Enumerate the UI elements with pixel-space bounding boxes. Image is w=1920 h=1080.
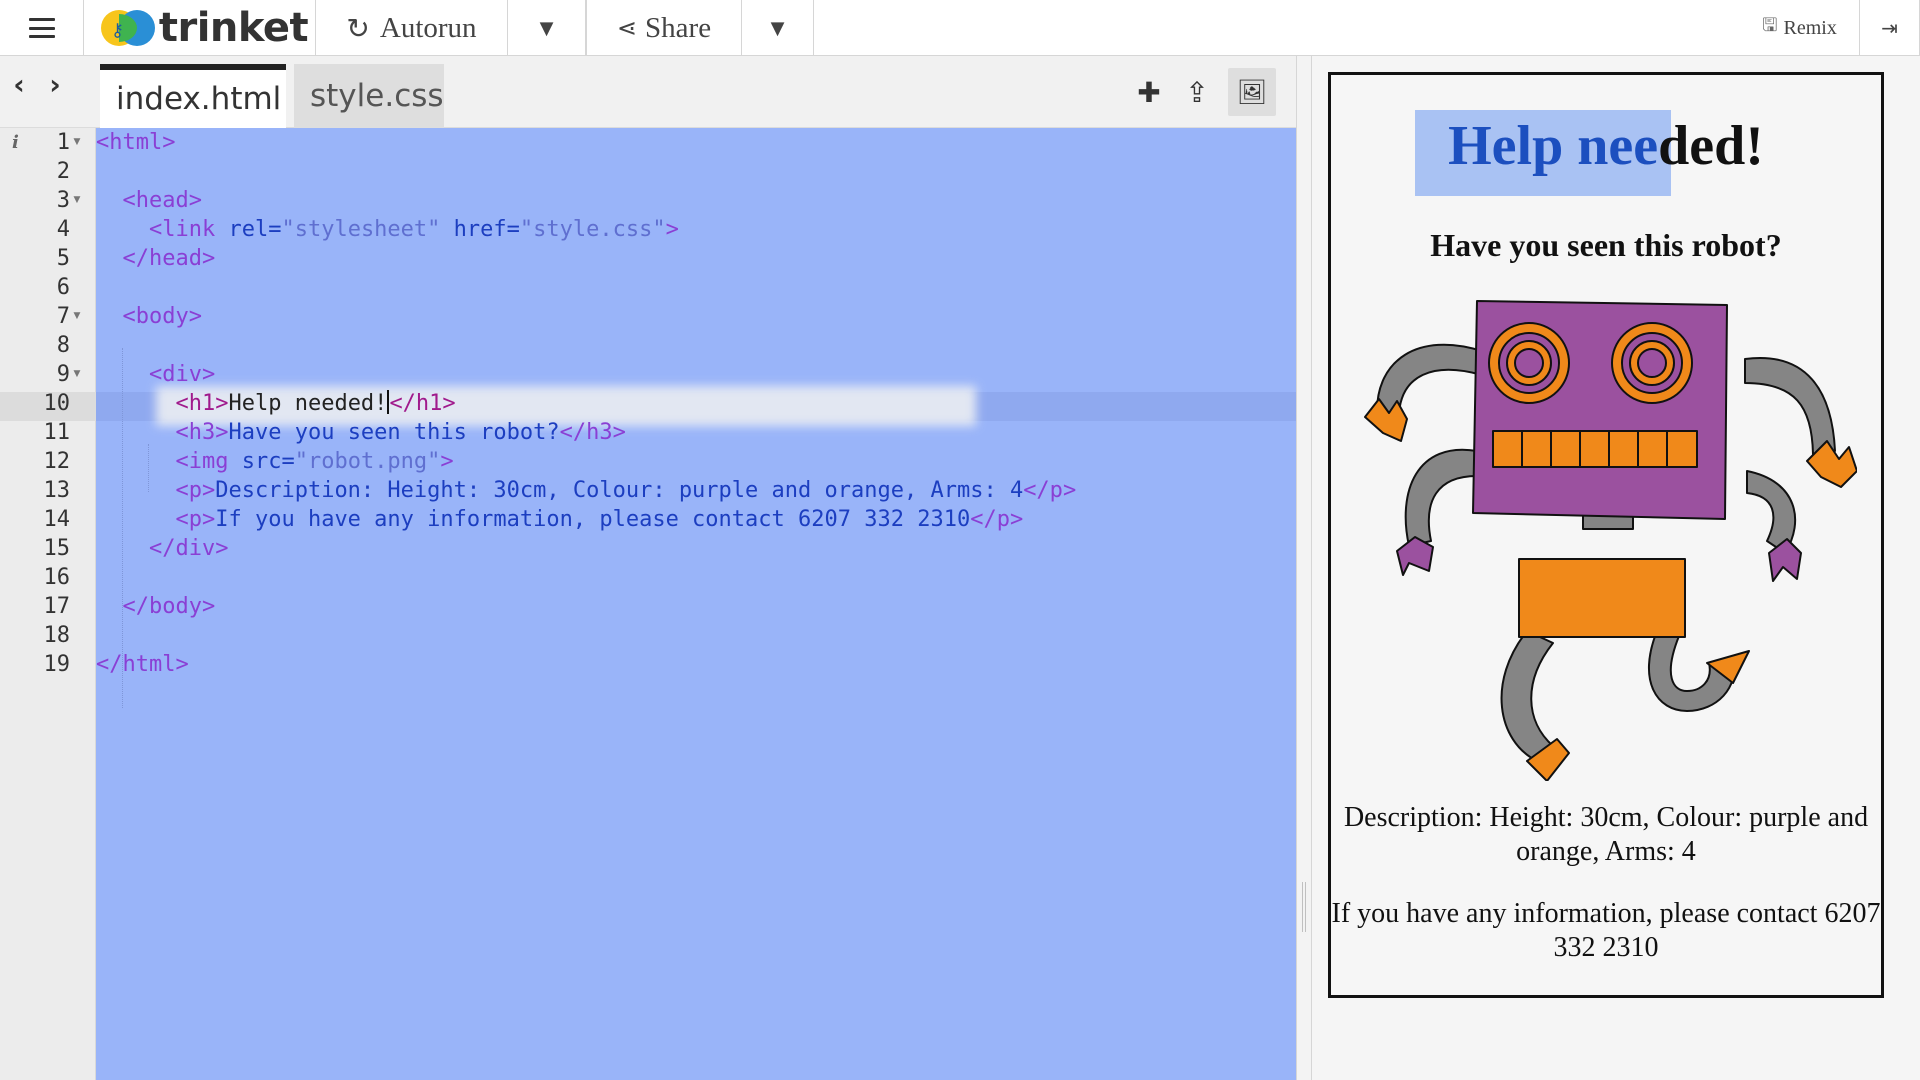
code-line[interactable]: <head> — [96, 186, 202, 215]
code-line[interactable]: </head> — [96, 244, 216, 273]
remix-button[interactable]: 🖫 Remix — [1740, 0, 1860, 56]
line-number: 11 — [43, 420, 71, 445]
code-line[interactable]: <body> — [96, 302, 202, 331]
code-line[interactable]: </body> — [96, 592, 216, 621]
line-number: 13 — [43, 478, 71, 503]
add-file-icon[interactable]: ✚ — [1132, 68, 1166, 116]
line-number: 5 — [56, 246, 70, 271]
autorun-dropdown-button[interactable]: ▼ — [508, 0, 586, 56]
chevron-right-icon[interactable]: › — [42, 68, 68, 101]
preview-heading: Help needed! — [1331, 103, 1881, 189]
code-line[interactable]: <p>Description: Height: 30cm, Colour: pu… — [96, 476, 1076, 505]
editor-tools: ✚ ⇪ 🖼 — [1132, 68, 1276, 116]
line-number: 9 — [56, 362, 70, 387]
chevron-down-icon: ▼ — [539, 17, 554, 39]
robot-image — [1364, 300, 1857, 781]
fold-arrow-icon[interactable]: ▼ — [71, 128, 83, 157]
drag-handle-icon[interactable] — [1302, 882, 1306, 932]
tab-label: style.css — [310, 78, 444, 114]
preview-subheading: Have you seen this robot? — [1430, 227, 1782, 263]
menu-button[interactable] — [0, 0, 84, 56]
sign-in-icon: ⇥ — [1881, 16, 1898, 40]
fold-arrow-icon[interactable]: ▼ — [71, 302, 83, 331]
share-label: Share — [645, 11, 712, 44]
code-line[interactable]: </div> — [96, 534, 228, 563]
tab-style-css[interactable]: style.css — [294, 64, 444, 128]
code-line[interactable]: <h3>Have you seen this robot?</h3> — [96, 418, 625, 447]
line-number-gutter: i 1 ▼ 2 3 ▼ 4 5 6 7 ▼ 8 9 ▼ 10 11 12 13 14 15 16 17 18 19 — [0, 128, 96, 1080]
app-name: trinket — [158, 5, 309, 51]
preview-heading-selected: Help nee — [1448, 115, 1659, 177]
line-number: 3 — [56, 188, 70, 213]
autorun-button[interactable]: ↻ Autorun — [316, 0, 508, 56]
line-number: 2 — [56, 159, 70, 184]
line-number: 15 — [43, 536, 71, 561]
fold-arrow-icon[interactable]: ▼ — [71, 360, 83, 389]
line-number: 10 — [43, 391, 71, 416]
remix-label: Remix — [1783, 16, 1837, 39]
line-number: 1 — [56, 130, 70, 155]
top-toolbar: ⚷ trinket ↻ Autorun ▼ ⋖ Share ▼ 🖫 Remix … — [0, 0, 1920, 56]
editor-header: ‹ › index.html style.css ✚ ⇪ 🖼 — [0, 56, 1296, 128]
tab-index-html[interactable]: index.html — [100, 64, 286, 128]
autorun-label: Autorun — [379, 11, 477, 44]
sign-in-button[interactable]: ⇥ — [1860, 0, 1920, 56]
pane-splitter[interactable] — [1296, 56, 1312, 1080]
rendered-preview: Help needed! Have you seen this robot? D… — [1328, 72, 1884, 998]
code-line[interactable]: </html> — [96, 650, 189, 679]
trinket-logo-icon: ⚷ — [100, 8, 155, 48]
code-line[interactable]: <h1>Help needed!</h1> — [96, 389, 456, 418]
fold-arrow-icon[interactable]: ▼ — [71, 186, 83, 215]
share-button[interactable]: ⋖ Share — [586, 0, 742, 56]
chevron-down-icon: ▼ — [770, 17, 785, 39]
line-number: 19 — [43, 652, 71, 677]
hamburger-menu-icon — [28, 18, 55, 38]
code-editor[interactable]: <html> <head> <link rel="stylesheet" hre… — [96, 128, 1296, 1080]
code-line[interactable]: <img src="robot.png"> — [96, 447, 453, 476]
preview-contact: If you have any information, please cont… — [1331, 898, 1881, 963]
line-number: 8 — [56, 333, 70, 358]
code-line[interactable]: <div> — [96, 360, 215, 389]
code-line[interactable]: <p>If you have any information, please c… — [96, 505, 1023, 534]
upload-icon[interactable]: ⇪ — [1180, 68, 1214, 116]
line-number: 7 — [56, 304, 70, 329]
trinket-logo[interactable]: ⚷ trinket — [84, 0, 316, 56]
tab-label: index.html — [116, 81, 282, 117]
line-number: 16 — [43, 565, 71, 590]
share-icon: ⋖ — [616, 14, 638, 42]
line-number: 18 — [43, 623, 71, 648]
code-line[interactable]: <html> — [96, 128, 175, 157]
tab-navigation: ‹ › — [6, 68, 68, 101]
code-line[interactable]: <link rel="stylesheet" href="style.css"> — [96, 215, 679, 244]
preview-description: Description: Height: 30cm, Colour: purpl… — [1343, 802, 1869, 867]
preview-heading-rest: ded! — [1658, 115, 1764, 177]
line-number: 17 — [43, 594, 71, 619]
line-number: 6 — [56, 275, 70, 300]
image-library-icon[interactable]: 🖼 — [1228, 68, 1276, 116]
line-number: 14 — [43, 507, 71, 532]
line-number: 12 — [43, 449, 71, 474]
output-pane: Help needed! Have you seen this robot? D… — [1312, 56, 1920, 1080]
chevron-left-icon[interactable]: ‹ — [6, 68, 32, 101]
share-dropdown-button[interactable]: ▼ — [742, 0, 814, 56]
refresh-icon: ↻ — [346, 11, 370, 45]
line-number: 4 — [56, 217, 70, 242]
save-icon: 🖫 — [1762, 15, 1778, 36]
